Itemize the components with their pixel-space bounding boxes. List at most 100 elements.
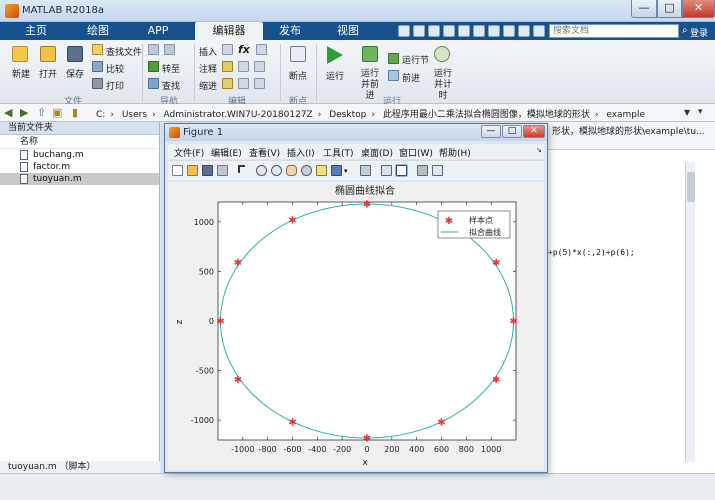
back-nav-icon[interactable] [148, 44, 159, 55]
compare-button[interactable]: 比较 [106, 62, 124, 75]
menu-view[interactable]: 查看(V) [249, 146, 280, 159]
run-button[interactable]: 运行 [326, 69, 344, 82]
up-folder-icon[interactable]: ⇧ [37, 106, 46, 119]
insert-button[interactable]: 插入 [199, 45, 217, 58]
zoom-out-icon[interactable] [271, 165, 282, 176]
edit-plot-cursor-icon[interactable] [238, 165, 245, 173]
rotate-3d-icon[interactable] [301, 165, 312, 176]
ellipse-plot[interactable]: 椭圆曲线拟合 -1000 -800 -600 -400 -200 0 200 400 600 80… [168, 182, 544, 470]
run-and-time-button[interactable]: 运行并计时 [430, 69, 456, 102]
save-button[interactable]: 保存 [66, 67, 84, 80]
cut-quick-icon[interactable] [413, 25, 425, 37]
search-documentation[interactable] [549, 24, 679, 38]
wrap-comments-icon[interactable] [238, 61, 249, 72]
figure-window[interactable]: Figure 1 — □ ✕ 文件(F) 编辑(E) 查看(V) 插入(I) 工… [164, 123, 548, 473]
smart-indent-icon[interactable] [222, 78, 233, 89]
back-arrow-icon[interactable]: ◀ [4, 106, 12, 119]
forward-arrow-icon[interactable]: ▶ [20, 106, 28, 119]
fx-button[interactable]: fx [238, 43, 250, 56]
menu-dock-arrow-icon[interactable]: ↘ [536, 146, 542, 154]
colorbar-icon[interactable] [381, 165, 392, 176]
legend[interactable]: ✱ 样本点 拟合曲线 [437, 210, 511, 239]
decrease-indent-icon[interactable] [254, 78, 265, 89]
browse-folder-icon[interactable]: ▣ [52, 106, 62, 119]
comment-percent-icon[interactable] [222, 61, 233, 72]
breadcrumb-segment[interactable]: Administrator.WIN7U-20180127Z [164, 110, 313, 120]
close-button[interactable]: ✕ [682, 0, 715, 18]
file-row-selected[interactable]: tuoyuan.m [0, 173, 159, 185]
login-link[interactable]: 登录 [690, 26, 708, 39]
name-column-header[interactable]: 名称 [0, 135, 159, 149]
path-dropdown-icon[interactable]: ▼ [684, 106, 690, 119]
settings-quick-icon[interactable] [518, 25, 530, 37]
insert-menu-icon[interactable] [256, 44, 267, 55]
tab-publish[interactable]: 发布 [266, 22, 314, 40]
zoom-in-icon[interactable] [256, 165, 267, 176]
link-plot-icon[interactable] [360, 165, 371, 176]
new-button[interactable]: 新建 [12, 67, 30, 80]
print-figure-icon[interactable] [217, 165, 228, 176]
new-figure-icon[interactable] [172, 165, 183, 176]
save-figure-icon[interactable] [202, 165, 213, 176]
show-plot-tools-icon[interactable] [432, 165, 443, 176]
figure-canvas[interactable]: 椭圆曲线拟合 -1000 -800 -600 -400 -200 0 200 400 600 80… [168, 182, 544, 470]
breadcrumb-segment[interactable]: 此程序用最小二乘法拟合椭圆图像，模拟地球的形状 [383, 110, 590, 120]
editor-scrollbar[interactable] [685, 162, 695, 462]
menu-edit[interactable]: 编辑(E) [211, 146, 242, 159]
help-circle-icon[interactable] [533, 25, 545, 37]
find-button[interactable]: 查找 [162, 79, 180, 92]
indent-button[interactable]: 缩进 [199, 79, 217, 92]
minimize-button[interactable]: — [631, 0, 657, 18]
tab-app[interactable]: APP [130, 22, 186, 40]
scrollbar-thumb[interactable] [687, 172, 695, 202]
figure-maximize-button[interactable]: □ [502, 125, 522, 138]
menu-desktop[interactable]: 桌面(D) [361, 146, 393, 159]
file-row[interactable]: factor.m [0, 161, 159, 173]
brush-icon[interactable] [331, 165, 342, 176]
figure-title-bar[interactable]: Figure 1 — □ ✕ [165, 124, 547, 141]
goto-button[interactable]: 转至 [162, 62, 180, 75]
open-file-icon[interactable] [187, 165, 198, 176]
pan-hand-icon[interactable] [286, 165, 297, 176]
breadcrumb-segment[interactable]: C: [96, 110, 105, 120]
search-input[interactable] [550, 25, 678, 37]
data-cursor-icon[interactable] [316, 165, 327, 176]
menu-help[interactable]: 帮助(H) [439, 146, 471, 159]
tab-editor[interactable]: 编辑器 [195, 22, 263, 40]
file-row[interactable]: buchang.m [0, 149, 159, 161]
uncomment-icon[interactable] [254, 61, 265, 72]
switch-windows-icon[interactable] [488, 25, 500, 37]
legend-icon[interactable] [395, 164, 408, 177]
brush-dropdown-icon[interactable]: ▾ [344, 168, 350, 175]
open-button[interactable]: 打开 [39, 67, 57, 80]
undo-quick-icon[interactable] [458, 25, 470, 37]
menu-window[interactable]: 窗口(W) [399, 146, 433, 159]
comment-button[interactable]: 注释 [199, 62, 217, 75]
find-files-button[interactable]: 查找文件 [106, 45, 142, 58]
browse-icon[interactable]: ▾ [698, 106, 703, 119]
menu-file[interactable]: 文件(F) [174, 146, 204, 159]
figure-close-button[interactable]: ✕ [523, 125, 545, 138]
advance-button[interactable]: 前进 [402, 71, 420, 84]
run-advance-button[interactable]: 运行并前进 [357, 69, 383, 102]
tab-home[interactable]: 主页 [10, 22, 62, 40]
breakpoints-button[interactable]: 断点 [289, 69, 307, 82]
menu-tools[interactable]: 工具(T) [323, 146, 354, 159]
run-section-button[interactable]: 运行节 [402, 53, 429, 66]
breadcrumb-segment[interactable]: Desktop [329, 110, 366, 120]
redo-quick-icon[interactable] [473, 25, 485, 37]
hide-plot-tools-icon[interactable] [417, 165, 428, 176]
increase-indent-icon[interactable] [238, 78, 249, 89]
tab-plots[interactable]: 绘图 [68, 22, 128, 40]
menu-insert[interactable]: 插入(I) [287, 146, 315, 159]
save-quick-icon[interactable] [398, 25, 410, 37]
paste-quick-icon[interactable] [443, 25, 455, 37]
help-quick-icon[interactable] [503, 25, 515, 37]
code-line[interactable]: +p(5)*x(:,2)+p(6); [548, 248, 635, 257]
forward-nav-icon[interactable] [164, 44, 175, 55]
print-button[interactable]: 打印 [106, 79, 124, 92]
breadcrumb-segment[interactable]: Users [122, 110, 147, 120]
maximize-button[interactable]: □ [657, 0, 682, 18]
figure-minimize-button[interactable]: — [481, 125, 501, 138]
tab-view[interactable]: 视图 [320, 22, 376, 40]
